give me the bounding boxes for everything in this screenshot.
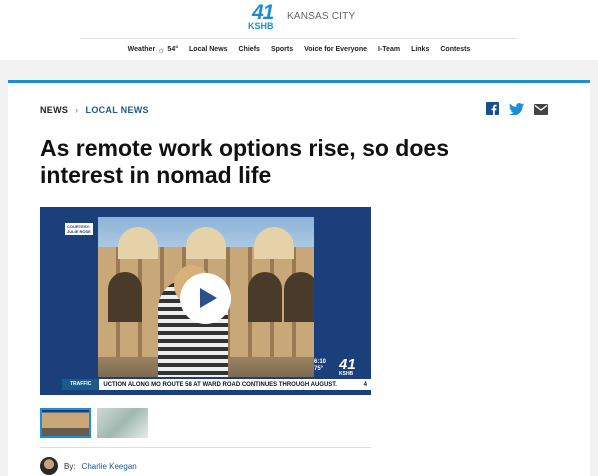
ticker-label: TRAFFIC: [62, 379, 100, 390]
thumbnail-video[interactable]: [40, 408, 91, 438]
thumbnail-image[interactable]: [97, 408, 148, 438]
article-card: NEWS › LOCAL NEWS As remote work options…: [8, 80, 590, 476]
news-ticker: TRAFFIC UCTION ALONG MO ROUTE 58 AT WARD…: [62, 379, 371, 390]
author-avatar: [40, 457, 58, 475]
nav-weather-temp: 54°: [167, 46, 179, 53]
video-player[interactable]: COURTESY: JULIE ROSE 6:10 75° 41 KSHB TR…: [40, 207, 371, 395]
breadcrumb-local-news[interactable]: LOCAL NEWS: [86, 105, 149, 115]
share-bar: [486, 102, 548, 120]
courtesy-caption: COURTESY: JULIE ROSE: [65, 223, 93, 235]
main-nav: Weather ☼ 54° Local News Chiefs Sports V…: [80, 38, 518, 60]
bug-time: 6:10: [314, 359, 327, 365]
nav-item-chiefs[interactable]: Chiefs: [239, 46, 260, 53]
city-label: KANSAS CITY: [287, 11, 356, 22]
chevron-right-icon: ›: [75, 105, 79, 115]
nav-item-voice-for-everyone[interactable]: Voice for Everyone: [304, 46, 367, 53]
article-headline: As remote work options rise, so does int…: [40, 135, 449, 188]
nav-item-contests[interactable]: Contests: [440, 46, 470, 53]
email-icon[interactable]: [534, 102, 548, 120]
byline-prefix: By:: [64, 461, 76, 471]
nav-item-weather[interactable]: Weather ☼ 54°: [128, 45, 178, 55]
nav-item-local-news[interactable]: Local News: [189, 46, 228, 53]
nav-weather-label: Weather: [127, 46, 156, 53]
logo-text: KSHB: [248, 21, 274, 31]
nav-item-links[interactable]: Links: [411, 46, 429, 53]
bug-station: KSHB: [339, 371, 354, 377]
twitter-icon[interactable]: [509, 102, 524, 120]
ticker-end: 4: [363, 381, 367, 388]
breadcrumb: NEWS › LOCAL NEWS: [40, 105, 149, 115]
media-thumbnails: [40, 408, 148, 438]
breadcrumb-news[interactable]: NEWS: [40, 105, 68, 115]
author-link[interactable]: Charlie Keegan: [82, 462, 137, 471]
bug-temp: 75°: [314, 366, 324, 372]
divider: [40, 447, 371, 448]
nav-item-sports[interactable]: Sports: [271, 46, 293, 53]
play-icon: [200, 288, 217, 308]
sun-icon: ☼: [157, 44, 166, 55]
nav-item-i-team[interactable]: I-Team: [378, 46, 400, 53]
ticker-text: UCTION ALONG MO ROUTE 58 AT WARD ROAD CO…: [103, 381, 337, 388]
site-header: 41 KSHB KANSAS CITY Weather ☼ 54° Local …: [0, 0, 598, 60]
facebook-icon[interactable]: [486, 102, 499, 120]
play-button[interactable]: [180, 273, 231, 324]
byline: By: Charlie Keegan: [40, 457, 137, 475]
station-bug: 6:10 75° 41 KSHB: [314, 356, 356, 377]
station-logo[interactable]: 41 KSHB: [248, 1, 280, 32]
